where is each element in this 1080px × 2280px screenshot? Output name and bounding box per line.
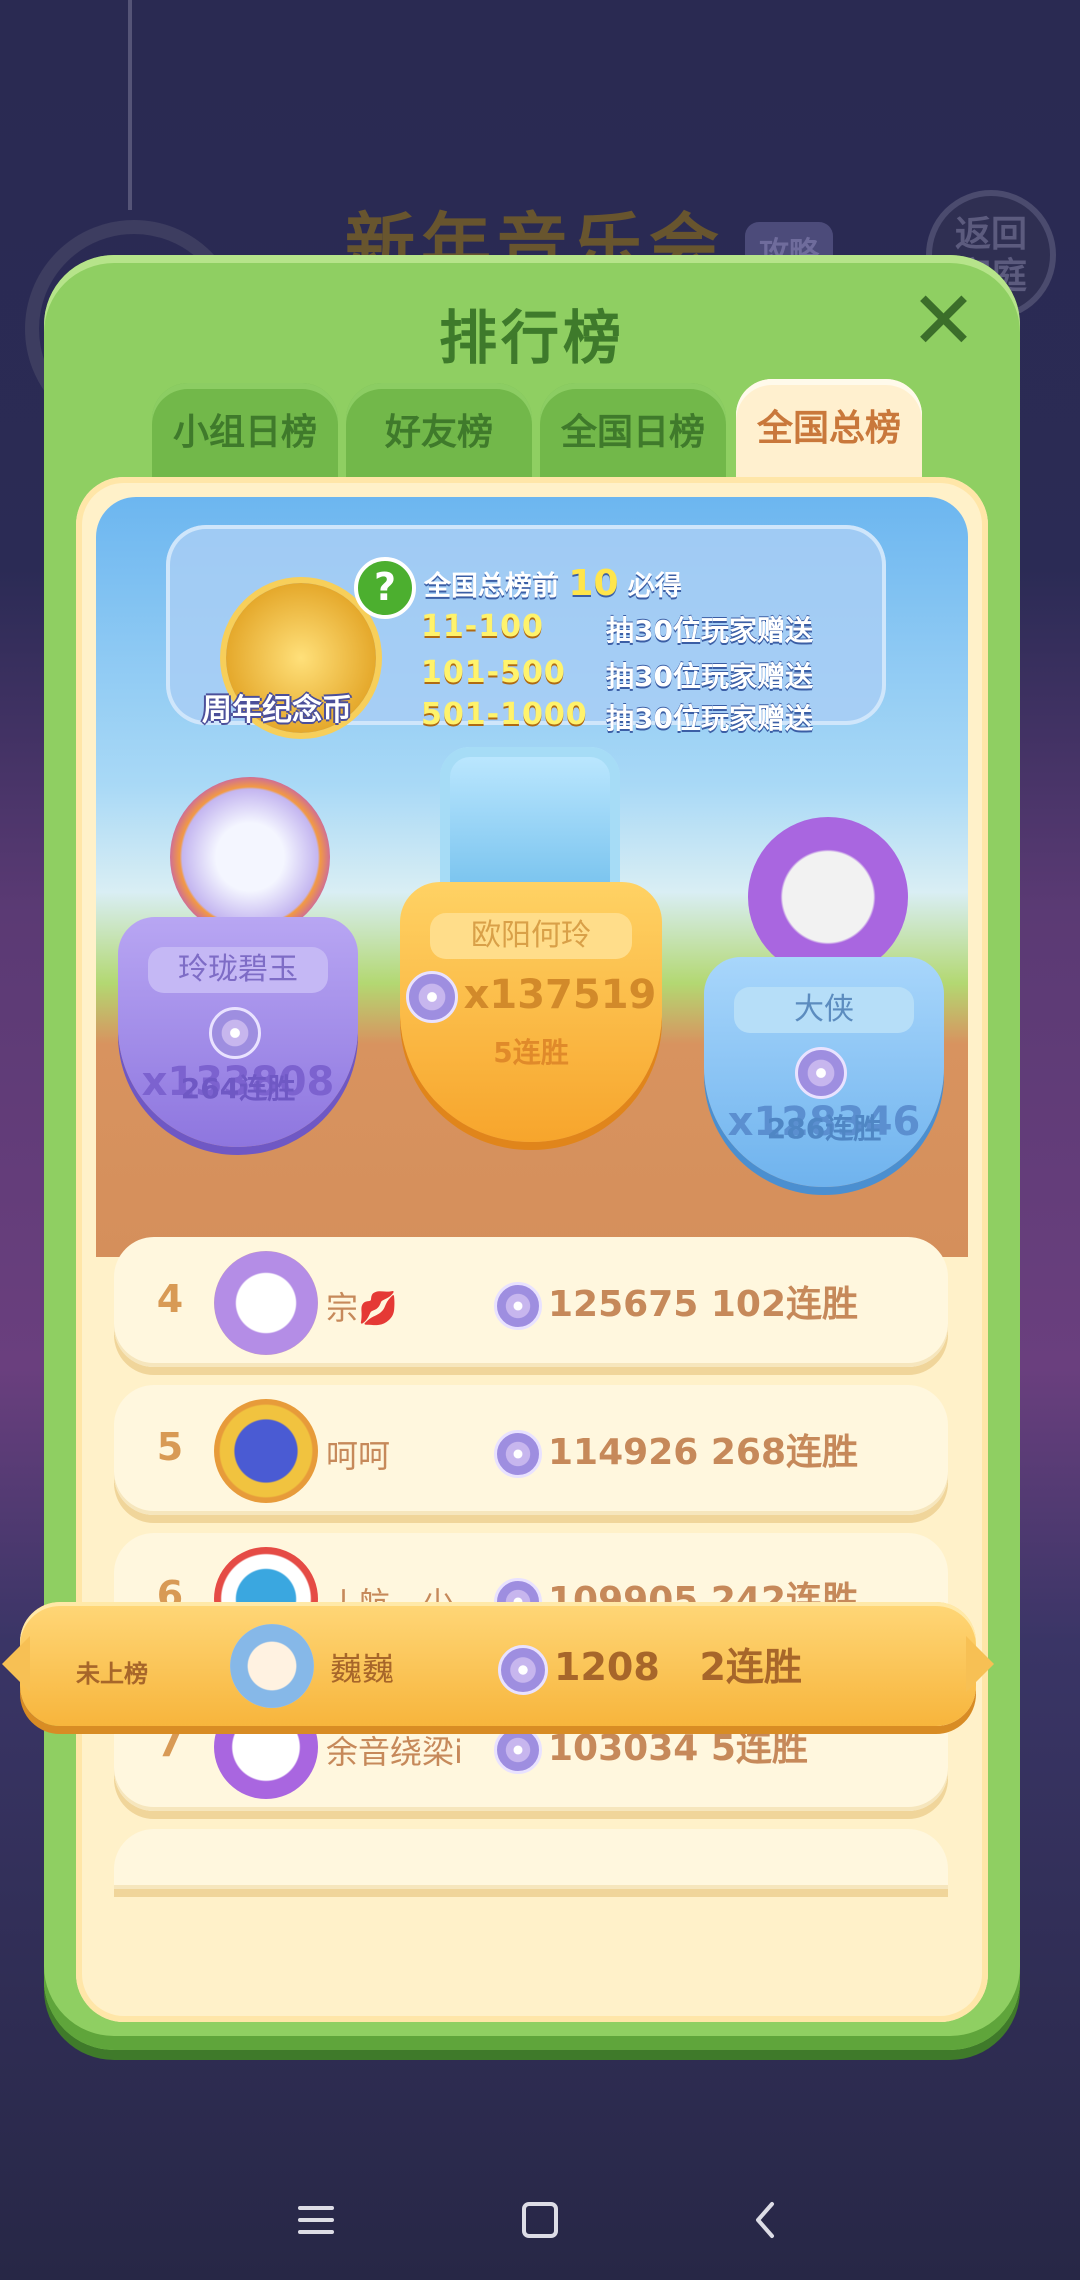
tier-range: 501-1000 xyxy=(421,697,588,732)
player-streak: 264连胜 xyxy=(118,1067,358,1107)
arrow-left-icon xyxy=(2,1636,30,1692)
my-rank-bar[interactable]: 未上榜 巍巍 1208 2连胜 xyxy=(2,1602,994,1726)
tab-friends[interactable]: 好友榜 xyxy=(346,383,532,491)
rank-number: 4 xyxy=(156,1277,184,1321)
player-name: 大侠 xyxy=(734,987,914,1033)
disc-icon xyxy=(494,1430,542,1478)
tier-range: 101-500 xyxy=(421,655,566,690)
headline-number: 10 xyxy=(568,563,619,604)
disc-icon xyxy=(405,971,458,1023)
player-score: x137519 xyxy=(400,971,662,1023)
streak-number: 286 xyxy=(766,1112,826,1145)
disc-icon xyxy=(494,1282,542,1330)
disc-icon xyxy=(795,1047,847,1099)
score-value: 114926 xyxy=(548,1432,699,1473)
player-streak: 286连胜 xyxy=(704,1107,944,1147)
streak-value: 2连胜 xyxy=(699,1645,802,1689)
player-name: 宗💋 xyxy=(326,1289,398,1327)
tier-range: 11-100 xyxy=(421,609,544,644)
streak-value: 5连胜 xyxy=(710,1728,808,1769)
leaderboard-content: 周年纪念币 ? 全国总榜前 10 必得 11-100 抽30位玩家赠送 101-… xyxy=(76,477,988,2022)
disc-icon xyxy=(209,1007,261,1059)
lamp-cord xyxy=(128,0,132,210)
podium-third[interactable]: 大侠 x128346 286连胜 xyxy=(704,817,944,1257)
tab-group-daily[interactable]: 小组日榜 xyxy=(152,383,338,491)
headline-prefix: 全国总榜前 xyxy=(424,571,559,602)
list-item xyxy=(114,1829,948,1889)
podium-second[interactable]: 玲珑碧玉 x133808 264连胜 xyxy=(118,777,358,1257)
streak-label: 连胜 xyxy=(239,1072,296,1105)
list-item[interactable]: 4 宗💋 125675 102连胜 xyxy=(114,1237,948,1367)
avatar xyxy=(748,817,908,977)
reward-headline: 全国总榜前 10 必得 xyxy=(424,563,682,604)
avatar xyxy=(214,1399,318,1503)
score-value: 103034 xyxy=(548,1728,699,1769)
help-icon[interactable]: ? xyxy=(354,557,416,619)
medal-label: 周年纪念币 xyxy=(202,693,352,728)
player-score: 103034 5连胜 xyxy=(494,1719,808,1774)
player-name: 欧阳何玲 xyxy=(430,913,632,959)
avatar xyxy=(230,1624,314,1708)
tier-desc: 抽30位玩家赠送 xyxy=(606,702,813,735)
disc-icon xyxy=(498,1644,548,1695)
arrow-right-icon xyxy=(966,1636,994,1692)
player-score: 114926 268连胜 xyxy=(494,1423,858,1478)
score-value: 1208 xyxy=(554,1645,660,1689)
streak-value: 102连胜 xyxy=(710,1284,858,1325)
disc-icon xyxy=(494,1726,542,1774)
streak-value: 268连胜 xyxy=(710,1432,858,1473)
player-streak: 5连胜 xyxy=(493,1036,569,1069)
panel-title: 排行榜 xyxy=(438,304,625,372)
player-score: 1208 2连胜 xyxy=(498,1636,802,1695)
score-value: x137519 xyxy=(463,972,657,1018)
tier-desc: 抽30位玩家赠送 xyxy=(606,660,813,693)
avatar xyxy=(170,777,330,937)
podium-first[interactable]: 欧阳何玲 x137519 5连胜 xyxy=(400,747,662,1247)
player-name: 余音绕梁i xyxy=(326,1733,463,1771)
streak-label: 连胜 xyxy=(825,1112,882,1145)
close-icon[interactable]: ✕ xyxy=(910,281,977,361)
rank-number: 5 xyxy=(156,1425,184,1469)
podium-area: 周年纪念币 ? 全国总榜前 10 必得 11-100 抽30位玩家赠送 101-… xyxy=(96,497,968,1257)
streak-number: 264 xyxy=(180,1072,240,1105)
reward-info-box: 周年纪念币 ? 全国总榜前 10 必得 11-100 抽30位玩家赠送 101-… xyxy=(166,525,886,735)
list-item[interactable]: 5 呵呵 114926 268连胜 xyxy=(114,1385,948,1515)
player-name: 呵呵 xyxy=(326,1437,391,1475)
tab-national-daily[interactable]: 全国日榜 xyxy=(540,383,726,491)
avatar xyxy=(214,1251,318,1355)
tier-desc: 抽30位玩家赠送 xyxy=(606,614,813,647)
rank-number: 7 xyxy=(156,1721,184,1765)
home-icon[interactable] xyxy=(510,2190,570,2250)
player-score: 125675 102连胜 xyxy=(494,1275,858,1330)
player-name: 巍巍 xyxy=(330,1650,395,1688)
headline-suffix: 必得 xyxy=(627,571,682,602)
my-rank-label: 未上榜 xyxy=(76,1660,148,1688)
menu-icon[interactable] xyxy=(286,2190,346,2250)
player-name: 玲珑碧玉 xyxy=(148,947,328,993)
back-icon[interactable] xyxy=(736,2190,796,2250)
system-navigation-bar xyxy=(0,2160,1080,2280)
leaderboard-panel: 排行榜 ✕ 小组日榜 好友榜 全国日榜 全国总榜 周年纪念币 ? 全国总榜前 1… xyxy=(44,255,1020,2050)
score-value: 125675 xyxy=(548,1284,699,1325)
